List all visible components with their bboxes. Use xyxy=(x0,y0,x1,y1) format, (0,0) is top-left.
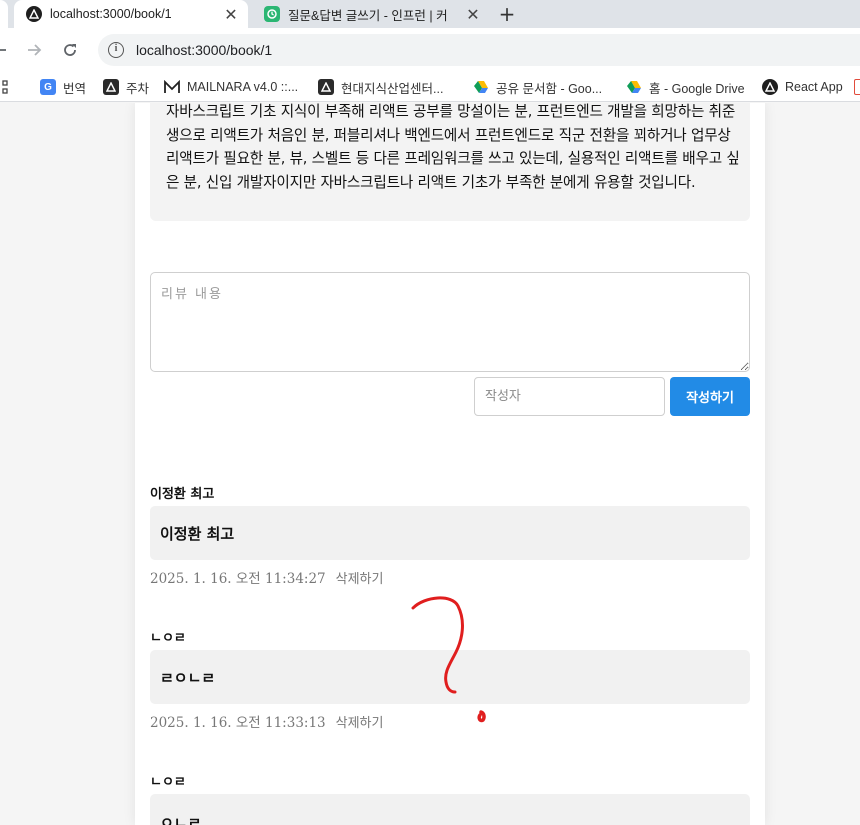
review-content-text: 이정환 최고 xyxy=(160,524,235,543)
info-icon[interactable]: i xyxy=(108,42,124,58)
triangle-logo-icon xyxy=(103,79,119,95)
bookmark-parking[interactable]: 주차 xyxy=(103,78,149,96)
book-detail-container: 자바스크립트 기초 지식이 부족해 리액트 공부를 망설이는 분, 프런트엔드 … xyxy=(135,103,765,825)
review-author: ㄴㅇㄹ xyxy=(150,775,186,790)
tab-inflearn[interactable]: 질문&답변 글쓰기 - 인프런 | 커 ✕ xyxy=(256,0,490,28)
review-meta: 2025. 1. 16. 오전 11:33:13 삭제하기 xyxy=(150,711,383,731)
bookmark-label: React App xyxy=(785,80,843,94)
forward-arrow-icon[interactable] xyxy=(22,38,46,62)
browser-tabstrip: localhost:3000/book/1 ✕ 질문&답변 글쓰기 - 인프런 … xyxy=(0,0,860,28)
mailnara-icon xyxy=(164,79,180,95)
bookmark-shared-drive[interactable]: 공유 문서함 - Goo... xyxy=(473,78,602,96)
review-content: ㄹㅇㄴㄹ xyxy=(150,650,750,704)
google-drive-icon xyxy=(473,79,489,95)
review-content: 이정환 최고 xyxy=(150,506,750,560)
bookmark-mailnara[interactable]: MAILNARA v4.0 ::... xyxy=(164,78,298,96)
back-arrow-icon[interactable] xyxy=(0,38,12,62)
bookmark-translate[interactable]: G 번역 xyxy=(40,78,86,96)
tab-title: 질문&답변 글쓰기 - 인프런 | 커 xyxy=(288,8,448,23)
browser-toolbar: i localhost:3000/book/1 xyxy=(0,28,860,72)
bookmark-label: MAILNARA v4.0 ::... xyxy=(187,80,299,94)
bookmark-react-app[interactable]: React App xyxy=(762,78,843,96)
review-content: ㅇㄴㄹ xyxy=(150,794,750,825)
bookmark-label: 현대지식산업센터... xyxy=(341,81,444,96)
tab-edge xyxy=(0,0,8,28)
book-description-box: 자바스크립트 기초 지식이 부족해 리액트 공부를 망설이는 분, 프런트엔드 … xyxy=(150,103,750,221)
bookmark-hyundai[interactable]: 현대지식산업센터... xyxy=(318,78,443,96)
author-input[interactable] xyxy=(474,377,665,416)
review-author: 이정환 최고 xyxy=(150,487,215,502)
page-viewport: 자바스크립트 기초 지식이 부족해 리액트 공부를 망설이는 분, 프런트엔드 … xyxy=(0,103,860,825)
review-author: ㄴㅇㄹ xyxy=(150,631,186,646)
google-drive-icon xyxy=(626,79,642,95)
review-date: 2025. 1. 16. 오전 11:34:27 xyxy=(150,571,326,587)
bookmark-label: 번역 xyxy=(63,81,87,96)
submit-review-button[interactable]: 작성하기 xyxy=(670,377,750,416)
bookmark-label: 홈 - Google Drive xyxy=(649,81,745,96)
react-router-icon xyxy=(26,6,42,22)
review-content-textarea[interactable] xyxy=(150,272,750,372)
url-text: localhost:3000/book/1 xyxy=(136,42,273,58)
address-bar[interactable]: i localhost:3000/book/1 xyxy=(98,34,860,66)
reload-icon[interactable] xyxy=(58,38,82,62)
triangle-logo-icon xyxy=(318,79,334,95)
delete-review-button[interactable]: 삭제하기 xyxy=(336,568,384,587)
tab-localhost[interactable]: localhost:3000/book/1 ✕ xyxy=(14,0,248,28)
delete-review-button[interactable]: 삭제하기 xyxy=(336,712,384,731)
bookmark-label: 주차 xyxy=(126,81,150,96)
calendar-icon[interactable] xyxy=(854,78,860,96)
apps-grid-icon[interactable] xyxy=(0,78,8,96)
review-content-text: ㄹㅇㄴㄹ xyxy=(160,668,216,687)
new-tab-button[interactable]: + xyxy=(496,0,518,28)
bookmark-label: 공유 문서함 - Goo... xyxy=(496,81,603,96)
review-date: 2025. 1. 16. 오전 11:33:13 xyxy=(150,715,326,731)
google-translate-icon: G xyxy=(40,79,56,95)
inflearn-icon xyxy=(264,6,280,22)
close-icon[interactable]: ✕ xyxy=(222,5,240,24)
tab-title: localhost:3000/book/1 xyxy=(50,7,172,21)
bookmarks-bar: G 번역 주차 MAILNARA v4.0 ::... 현대지식산업센터... … xyxy=(0,72,860,102)
react-router-icon xyxy=(762,79,778,95)
review-content-text: ㅇㄴㄹ xyxy=(160,814,202,825)
review-meta: 2025. 1. 16. 오전 11:34:27 삭제하기 xyxy=(150,567,383,587)
close-icon[interactable]: ✕ xyxy=(464,5,482,24)
bookmark-drive-home[interactable]: 홈 - Google Drive xyxy=(626,78,745,96)
book-description: 자바스크립트 기초 지식이 부족해 리액트 공부를 망설이는 분, 프런트엔드 … xyxy=(166,103,740,191)
